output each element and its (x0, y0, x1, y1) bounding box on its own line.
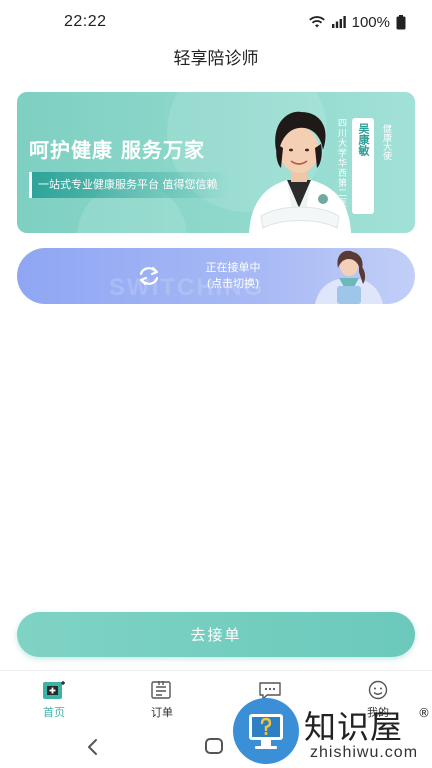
wifi-icon (308, 15, 326, 29)
tab-orders[interactable]: 订单 (108, 671, 216, 724)
tab-label: 首页 (43, 706, 65, 719)
switch-status-text: 正在接单中 (205, 261, 261, 274)
monitor-question-icon (249, 714, 283, 749)
orders-icon (151, 681, 171, 699)
switch-hint-text: (点击切换) (206, 277, 260, 290)
promo-banner[interactable]: 呵护健康 服务万家 一站式专业健康服务平台 值得您信赖 四川大学华西第二医院 吴… (17, 92, 415, 233)
status-bar: 22:22 100% (0, 0, 432, 44)
home-icon (43, 681, 65, 699)
doctor-role: 健康大使 (381, 124, 391, 160)
message-icon (259, 682, 281, 700)
order-switch-card[interactable]: SWITCHING 正在接单中 (点击切换) (17, 248, 415, 304)
switch-icon (137, 265, 161, 291)
tab-home[interactable]: 首页 (0, 671, 108, 724)
watermark-domain: zhishiwu.com (310, 744, 419, 761)
watermark-badge (233, 698, 299, 764)
banner-headline: 呵护健康 服务万家 (29, 138, 205, 162)
home-nav-icon[interactable] (204, 737, 224, 755)
battery-percent: 100% (351, 13, 390, 31)
profile-icon (368, 680, 388, 700)
watermark-registered: ® (418, 706, 430, 720)
tab-label: 订单 (151, 706, 173, 719)
doctor-hospital: 四川大学华西第二医院 (336, 118, 346, 218)
doctor-name-box: 吴康敏 (352, 118, 374, 214)
page-title: 轻享陪诊师 (173, 49, 259, 69)
signal-icon (331, 16, 346, 28)
doctor-name: 吴康敏 (357, 123, 370, 156)
banner-tagline: 一站式专业健康服务平台 值得您信赖 (29, 172, 228, 198)
switch-status: 正在接单中 (点击切换) (183, 260, 283, 292)
back-icon[interactable] (86, 738, 100, 756)
battery-icon (396, 14, 406, 30)
accept-order-button[interactable]: 去接单 (17, 612, 415, 657)
watermark-brand: 知识屋 (304, 708, 404, 746)
status-indicators: 100% (308, 14, 406, 31)
status-time: 22:22 (64, 13, 107, 30)
nurse-illustration (315, 250, 383, 304)
